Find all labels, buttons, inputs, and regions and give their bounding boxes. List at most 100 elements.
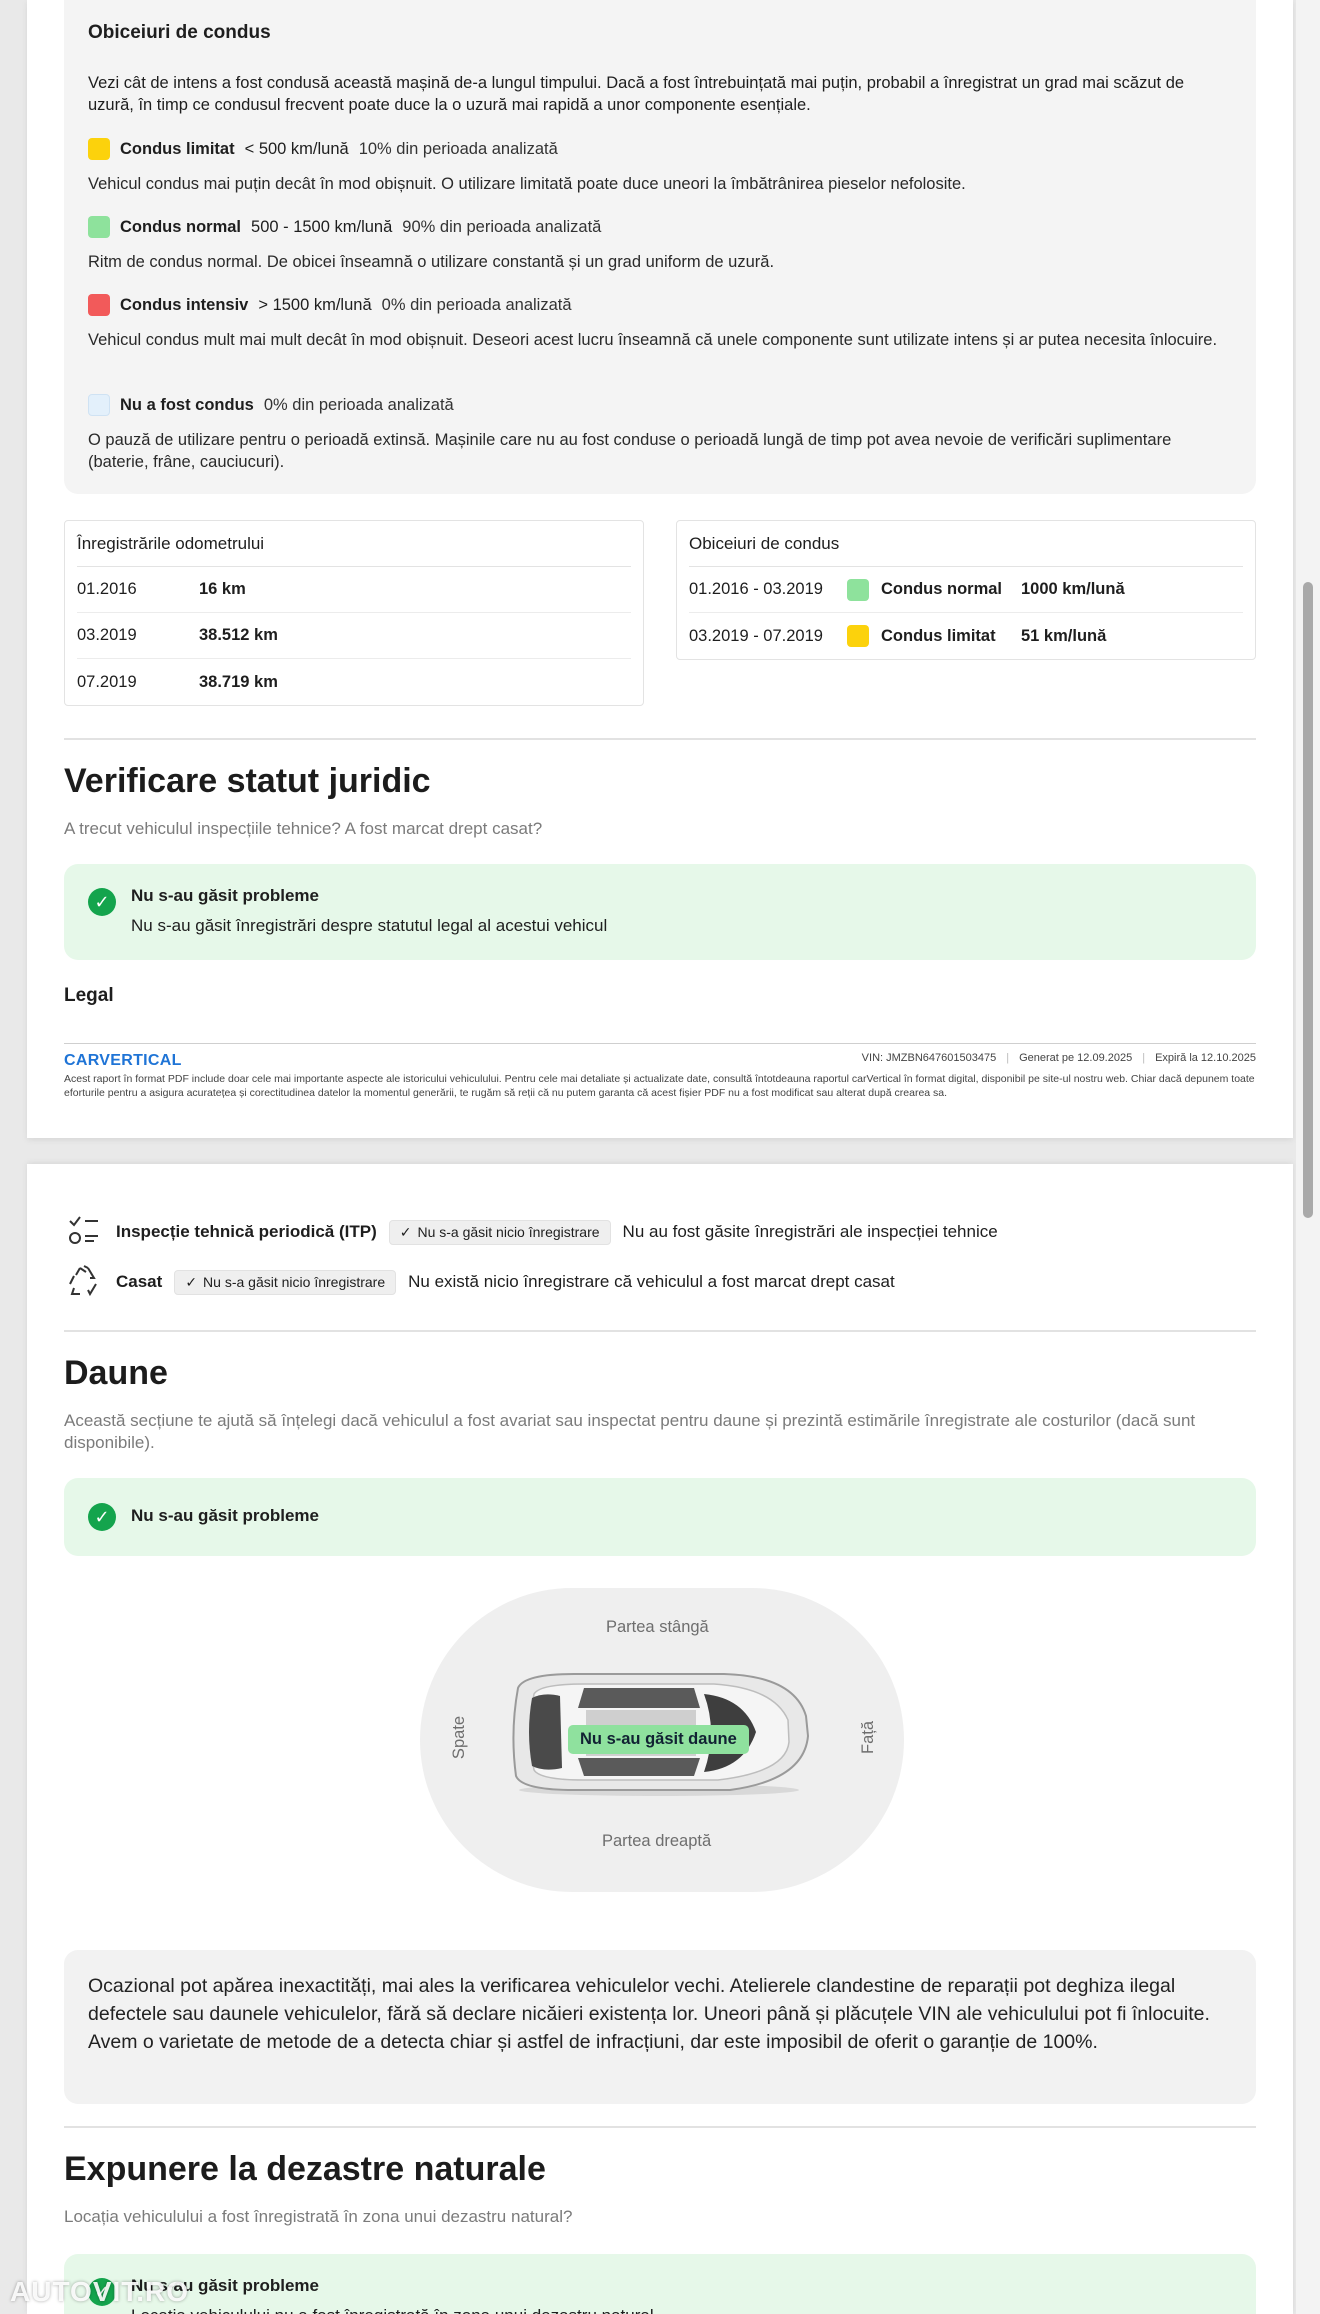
- habit-percent: 90% din perioada analizată: [402, 217, 602, 236]
- limited-swatch: [847, 625, 869, 647]
- odometer-date: 01.2016: [77, 580, 137, 598]
- recycle-icon: [64, 1262, 104, 1302]
- habit-name: Condus limitat: [881, 626, 996, 645]
- report-meta: VIN: JMZBN647601503475 | Generat pe 12.0…: [862, 1052, 1256, 1064]
- legal-status-title: Verificare statut juridic: [64, 762, 431, 800]
- habit-intensive-text: Vehicul condus mult mai mult decât în mo…: [88, 331, 1218, 349]
- habit-name: Condus limitat: [120, 139, 235, 158]
- habit-normal: Condus normal 500 - 1500 km/lună 90% din…: [88, 216, 601, 238]
- normal-swatch: [847, 578, 869, 601]
- chip-label: Nu s-a găsit nicio înregistrare: [417, 1224, 600, 1240]
- car-damage-diagram: Partea stângă Partea dreaptă Spate Față …: [420, 1588, 904, 1892]
- rear-label: Spate: [450, 1715, 469, 1760]
- record-name: Casat: [116, 1272, 163, 1291]
- legal-status-subtitle: A trecut vehiculul inspecțiile tehnice? …: [64, 819, 543, 838]
- natural-disasters-subtitle: Locația vehiculului a fost înregistrată …: [64, 2207, 573, 2226]
- habit-percent: 0% din perioada analizată: [263, 395, 454, 414]
- section-divider: [64, 1330, 1256, 1332]
- habit-normal-text: Ritm de condus normal. De obicei înseamn…: [88, 253, 775, 271]
- vin-text: VIN: JMZBN647601503475: [861, 1052, 997, 1064]
- report-page-1: Obiceiuri de condus Vezi cât de intens a…: [27, 0, 1293, 1138]
- check-icon: ✓: [185, 1273, 198, 1290]
- habit-name: Nu a fost condus: [120, 395, 254, 414]
- driving-habits-title: Obiceiuri de condus: [88, 22, 271, 43]
- meta-separator: |: [1006, 1052, 1010, 1064]
- natural-disasters-title: Expunere la dezastre naturale: [64, 2150, 546, 2188]
- habit-period: 01.2016 - 03.2019: [689, 580, 823, 598]
- footer-divider: [64, 1043, 1256, 1044]
- driving-habits-description: Vezi cât de intens a fost condusă aceast…: [88, 74, 1185, 114]
- damage-disclaimer: Ocazional pot apărea inexactități, mai a…: [64, 1950, 1256, 2104]
- odometer-row: 07.2019 38.719 km: [77, 659, 631, 705]
- driving-habits-explainer: Obiceiuri de condus Vezi cât de intens a…: [64, 0, 1256, 494]
- odometer-row: 03.2019 38.512 km: [77, 613, 631, 659]
- legal-status-ok-box: ✓ Nu s-au găsit probleme Nu s-au găsit î…: [64, 864, 1256, 960]
- odometer-card: Înregistrările odometrului 01.2016 16 km…: [64, 520, 644, 706]
- checklist-icon: [64, 1212, 104, 1252]
- limited-swatch: [88, 138, 110, 160]
- habit-limited-text: Vehicul condus mai puțin decât în mod ob…: [88, 175, 966, 193]
- not-driven-swatch: [88, 394, 110, 416]
- ok-text: Locația vehiculului nu a fost înregistra…: [131, 2306, 654, 2314]
- meta-separator: |: [1142, 1052, 1146, 1064]
- habit-range: 500 - 1500 km/lună: [251, 217, 393, 236]
- normal-swatch: [88, 216, 110, 238]
- no-damage-badge: Nu s-au găsit daune: [568, 1725, 749, 1754]
- odometer-title: Înregistrările odometrului: [77, 521, 631, 567]
- habits-row: 01.2016 - 03.2019 Condus normal 1000 km/…: [689, 567, 1243, 613]
- odometer-value: 38.719 km: [199, 672, 278, 691]
- record-name: Inspecție tehnică periodică (ITP): [116, 1222, 377, 1241]
- ok-text: Nu s-au găsit înregistrări despre statut…: [131, 916, 608, 935]
- odometer-date: 03.2019: [77, 626, 137, 644]
- autovit-watermark: AUTOVIT.RO: [10, 2276, 190, 2307]
- habit-name: Condus intensiv: [120, 295, 249, 314]
- check-circle-icon: ✓: [88, 1503, 116, 1531]
- damage-ok-box: ✓ Nu s-au găsit probleme: [64, 1478, 1256, 1556]
- front-label: Față: [859, 1720, 878, 1755]
- habit-value: 51 km/lună: [1021, 626, 1107, 645]
- report-page-2: Inspecție tehnică periodică (ITP) ✓ Nu s-…: [27, 1164, 1293, 2314]
- record-text: Nu au fost găsite înregistrări ale inspe…: [622, 1222, 998, 1241]
- damage-title: Daune: [64, 1354, 168, 1392]
- scrollbar-thumb[interactable]: [1303, 582, 1313, 1218]
- habit-range: < 500 km/lună: [244, 139, 349, 158]
- legal-label: Legal: [64, 985, 114, 1006]
- scrollbar-track[interactable]: [1296, 0, 1320, 2314]
- habit-period: 03.2019 - 07.2019: [689, 626, 823, 645]
- section-divider: [64, 2126, 1256, 2128]
- habit-not-driven: Nu a fost condus 0% din perioada analiza…: [88, 394, 454, 416]
- damage-subtitle: Această secțiune te ajută să înțelegi da…: [64, 1411, 1196, 1452]
- habit-value: 1000 km/lună: [1021, 580, 1125, 598]
- check-icon: ✓: [399, 1223, 412, 1240]
- scrapped-record: Casat ✓ Nu s-a găsit nicio înregistrare N…: [64, 1262, 895, 1302]
- section-divider: [64, 738, 1256, 740]
- chip-label: Nu s-a găsit nicio înregistrare: [203, 1274, 386, 1290]
- check-circle-icon: ✓: [88, 888, 116, 916]
- generated-text: Generat pe 12.09.2025: [1019, 1052, 1133, 1064]
- footer-disclaimer: Acest raport în format PDF include doar …: [64, 1073, 1255, 1099]
- odometer-value: 16 km: [199, 580, 246, 598]
- habit-name: Condus normal: [120, 217, 242, 236]
- habit-intensive: Condus intensiv > 1500 km/lună 0% din pe…: [88, 294, 572, 316]
- driving-habits-card: Obiceiuri de condus 01.2016 - 03.2019 Co…: [676, 520, 1256, 660]
- left-side-label: Partea stângă: [606, 1618, 709, 1636]
- odometer-value: 38.512 km: [199, 626, 278, 644]
- ok-title: Nu s-au găsit probleme: [131, 886, 319, 905]
- habit-range: > 1500 km/lună: [258, 295, 372, 314]
- intensive-swatch: [88, 294, 110, 316]
- no-record-chip: ✓ Nu s-a găsit nicio înregistrare: [174, 1269, 397, 1295]
- habit-name: Condus normal: [881, 580, 1003, 598]
- natural-disasters-ok-box: ✓ Nu s-au găsit probleme Locația vehicul…: [64, 2254, 1256, 2314]
- ok-title: Nu s-au găsit probleme: [131, 1506, 319, 1525]
- odometer-date: 07.2019: [77, 672, 137, 691]
- habits-row: 03.2019 - 07.2019 Condus limitat 51 km/l…: [689, 613, 1243, 659]
- right-side-label: Partea dreaptă: [602, 1832, 712, 1850]
- record-text: Nu există nicio înregistrare că vehiculu…: [408, 1272, 895, 1291]
- driving-habits-card-title: Obiceiuri de condus: [689, 521, 1243, 567]
- no-record-chip: ✓ Nu s-a găsit nicio înregistrare: [388, 1219, 611, 1245]
- carvertical-logo: CARVERTICAL: [64, 1052, 182, 1069]
- habit-percent: 10% din perioada analizată: [358, 139, 558, 158]
- habit-limited: Condus limitat < 500 km/lună 10% din per…: [88, 138, 558, 160]
- habit-not-driven-text: O pauză de utilizare pentru o perioadă e…: [88, 431, 1172, 471]
- itp-record: Inspecție tehnică periodică (ITP) ✓ Nu s-…: [64, 1212, 998, 1252]
